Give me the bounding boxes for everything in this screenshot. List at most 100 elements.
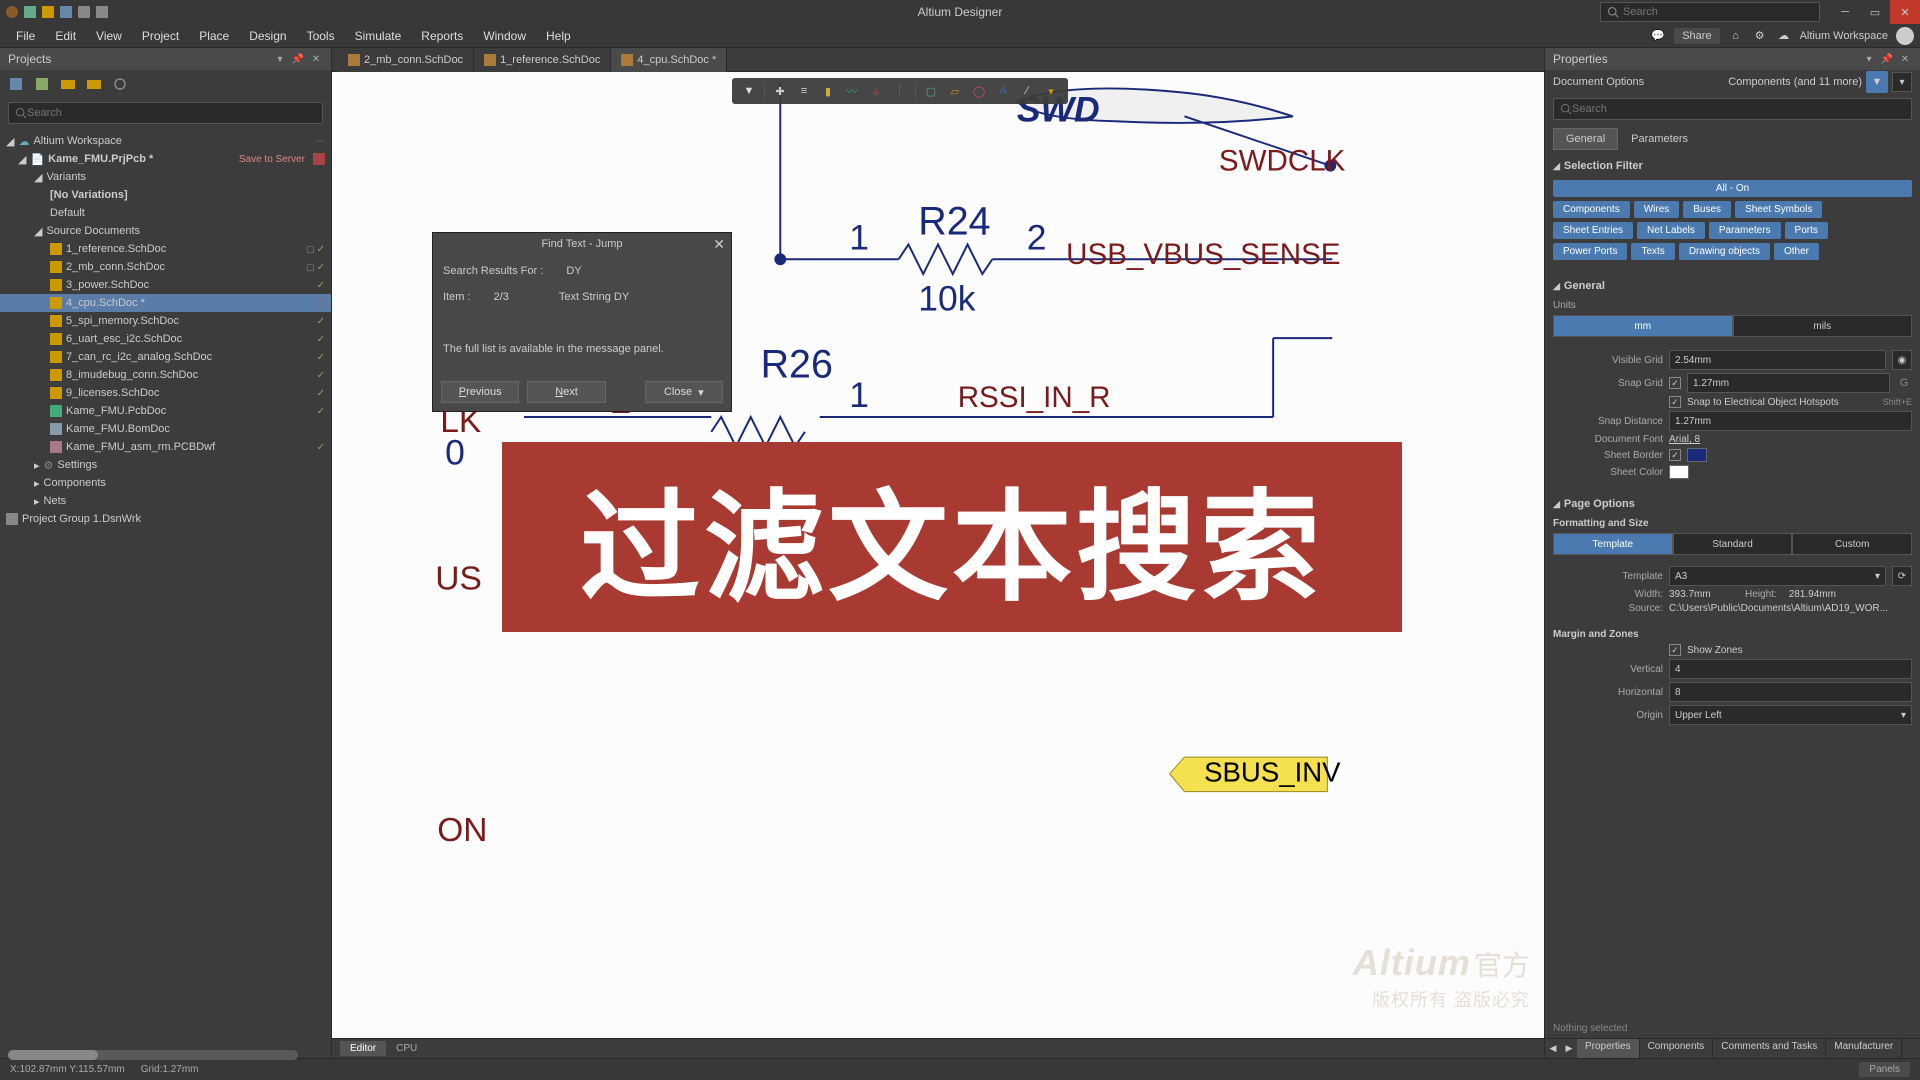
template-select[interactable]: A3▾	[1669, 566, 1886, 586]
filter-pill[interactable]: Parameters	[1709, 222, 1781, 239]
snap-grid-input[interactable]: 1.27mm	[1687, 373, 1890, 393]
nav-right-arrow-icon[interactable]: ▶	[1561, 1039, 1577, 1058]
document-tab-active[interactable]: 4_cpu.SchDoc *	[611, 48, 727, 72]
menu-tools[interactable]: Tools	[297, 26, 345, 46]
source-docs-node[interactable]: ◢Source Documents	[0, 222, 331, 240]
show-zones-checkbox[interactable]	[1669, 644, 1681, 656]
project-node[interactable]: ◢📄 Kame_FMU.PrjPcb * Save to Server	[0, 150, 331, 168]
find-dialog-title[interactable]: Find Text - Jump ✕	[433, 233, 731, 255]
comment-icon[interactable]: 💬	[1650, 28, 1666, 44]
maximize-button[interactable]: ▭	[1860, 0, 1890, 24]
cross-select-icon[interactable]: ✚	[771, 82, 789, 100]
menu-help[interactable]: Help	[536, 26, 581, 46]
filter-pill[interactable]: Sheet Symbols	[1735, 201, 1822, 218]
folder-tree-icon[interactable]	[86, 76, 102, 92]
units-mm-button[interactable]: mm	[1553, 315, 1733, 337]
doc-item[interactable]: 2_mb_conn.SchDoc▢✓	[0, 258, 331, 276]
origin-select[interactable]: Upper Left▾	[1669, 705, 1912, 725]
doc-item[interactable]: 1_reference.SchDoc▢✓	[0, 240, 331, 258]
menu-place[interactable]: Place	[189, 26, 239, 46]
tab-parameters[interactable]: Parameters	[1618, 128, 1701, 150]
gnd-icon[interactable]: ⏚	[867, 82, 885, 100]
document-font-link[interactable]: Arial, 8	[1669, 434, 1912, 445]
cpu-tab[interactable]: CPU	[386, 1041, 427, 1056]
panel-dropdown-icon[interactable]: ▾	[1862, 52, 1876, 66]
snap-electrical-checkbox[interactable]	[1669, 396, 1681, 408]
selection-filter-header[interactable]: ◢Selection Filter	[1553, 156, 1912, 176]
doc-item[interactable]: 9_licenses.SchDoc✓	[0, 384, 331, 402]
editor-tab[interactable]: Editor	[340, 1041, 386, 1056]
fmt-template-button[interactable]: Template	[1553, 533, 1673, 555]
text-icon[interactable]: A	[994, 82, 1012, 100]
menu-view[interactable]: View	[86, 26, 132, 46]
bomdoc-item[interactable]: Kame_FMU.BomDoc	[0, 420, 331, 438]
open-icon[interactable]	[42, 6, 54, 18]
redo-icon[interactable]	[96, 6, 108, 18]
pcbdoc-item[interactable]: Kame_FMU.PcbDoc✓	[0, 402, 331, 420]
filter-pill[interactable]: Buses	[1683, 201, 1731, 218]
no-variations-node[interactable]: [No Variations]	[0, 186, 331, 204]
sheet-border-color-swatch[interactable]	[1687, 448, 1707, 462]
find-next-button[interactable]: Next	[527, 381, 605, 403]
properties-search-input[interactable]	[1572, 103, 1905, 115]
variants-node[interactable]: ◢Variants	[0, 168, 331, 186]
filter-pill[interactable]: Wires	[1634, 201, 1680, 218]
workspace-label[interactable]: Altium Workspace	[1800, 30, 1888, 42]
panel-pin-icon[interactable]: 📌	[1880, 52, 1894, 66]
filter-pill[interactable]: Sheet Entries	[1553, 222, 1633, 239]
document-tab[interactable]: 1_reference.SchDoc	[474, 48, 611, 72]
filter-pill[interactable]: Net Labels	[1637, 222, 1705, 239]
filter-pill[interactable]: Power Ports	[1553, 243, 1627, 260]
nav-tab-properties[interactable]: Properties	[1577, 1039, 1640, 1058]
list-icon[interactable]: ≡	[795, 82, 813, 100]
note-icon[interactable]: ▱	[946, 82, 964, 100]
projects-search[interactable]	[8, 102, 323, 124]
nets-node[interactable]: ▸Nets	[0, 492, 331, 510]
panel-close-icon[interactable]: ✕	[309, 52, 323, 66]
sheet-border-checkbox[interactable]	[1669, 449, 1681, 461]
panel-dropdown-icon[interactable]: ▾	[273, 52, 287, 66]
properties-search[interactable]	[1553, 98, 1912, 120]
cloud-icon[interactable]: ☁	[1776, 28, 1792, 44]
wire-icon[interactable]: 〰	[843, 82, 861, 100]
template-refresh-icon[interactable]: ⟳	[1892, 566, 1912, 586]
panel-close-icon[interactable]: ✕	[1898, 52, 1912, 66]
general-section-header[interactable]: ◢General	[1553, 276, 1912, 296]
fmt-custom-button[interactable]: Custom	[1792, 533, 1912, 555]
menu-project[interactable]: Project	[132, 26, 189, 46]
panels-button[interactable]: Panels	[1859, 1062, 1910, 1077]
doc-item[interactable]: 8_imudebug_conn.SchDoc✓	[0, 366, 331, 384]
align-icon[interactable]: ▮	[819, 82, 837, 100]
doc-item[interactable]: 3_power.SchDoc✓	[0, 276, 331, 294]
folder-icon[interactable]	[60, 76, 76, 92]
visible-grid-toggle-icon[interactable]: ◉	[1892, 350, 1912, 370]
menu-reports[interactable]: Reports	[411, 26, 473, 46]
minimize-button[interactable]: ─	[1830, 0, 1860, 24]
line-icon[interactable]: ∕	[1018, 82, 1036, 100]
fmt-standard-button[interactable]: Standard	[1673, 533, 1793, 555]
sheet-color-swatch[interactable]	[1669, 465, 1689, 479]
nav-tab-comments[interactable]: Comments and Tasks	[1713, 1039, 1826, 1058]
component-icon[interactable]: ▢	[922, 82, 940, 100]
global-search-input[interactable]	[1623, 6, 1813, 18]
save-all-icon[interactable]	[8, 76, 24, 92]
filter-pill[interactable]: Texts	[1631, 243, 1674, 260]
projects-hscroll[interactable]	[8, 1050, 298, 1060]
vertical-input[interactable]: 4	[1669, 659, 1912, 679]
share-button[interactable]: Share	[1674, 28, 1719, 44]
menu-design[interactable]: Design	[239, 26, 296, 46]
project-group-node[interactable]: Project Group 1.DsnWrk	[0, 510, 331, 528]
document-tab[interactable]: 2_mb_conn.SchDoc	[338, 48, 474, 72]
filter-pill[interactable]: Drawing objects	[1679, 243, 1770, 260]
asmdwf-item[interactable]: Kame_FMU_asm_rm.PCBDwf✓	[0, 438, 331, 456]
user-avatar[interactable]	[1896, 27, 1914, 45]
doc-item[interactable]: 6_uart_esc_i2c.SchDoc✓	[0, 330, 331, 348]
home-icon[interactable]: ⌂	[1728, 28, 1744, 44]
doc-item[interactable]: 7_can_rc_i2c_analog.SchDoc✓	[0, 348, 331, 366]
components-node[interactable]: ▸Components	[0, 474, 331, 492]
more-tools-icon[interactable]: ▾	[1042, 82, 1060, 100]
filter-pill[interactable]: Ports	[1785, 222, 1828, 239]
menu-window[interactable]: Window	[473, 26, 536, 46]
menu-file[interactable]: File	[6, 26, 45, 46]
menu-simulate[interactable]: Simulate	[345, 26, 412, 46]
